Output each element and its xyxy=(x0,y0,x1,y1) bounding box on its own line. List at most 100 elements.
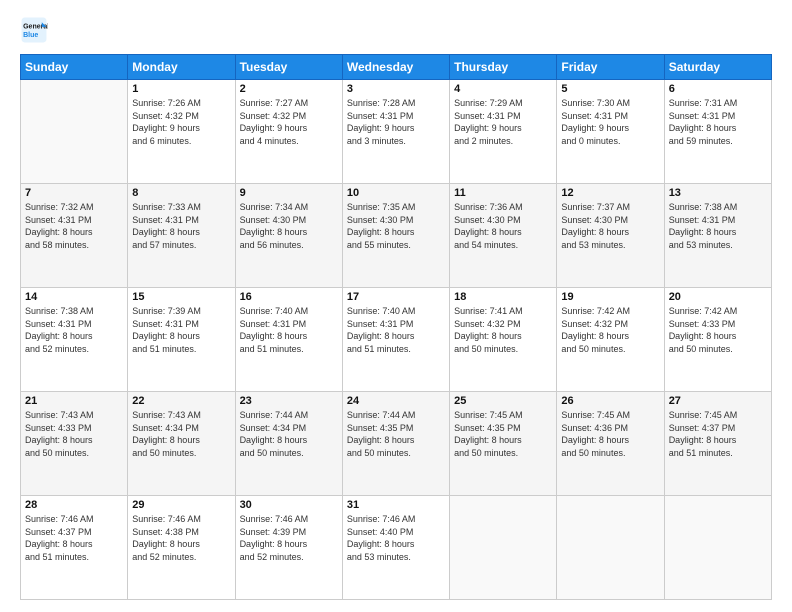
day-info: Sunrise: 7:42 AM Sunset: 4:32 PM Dayligh… xyxy=(561,305,659,355)
day-info: Sunrise: 7:42 AM Sunset: 4:33 PM Dayligh… xyxy=(669,305,767,355)
day-info: Sunrise: 7:46 AM Sunset: 4:38 PM Dayligh… xyxy=(132,513,230,563)
day-number: 15 xyxy=(132,291,230,303)
calendar-cell xyxy=(557,496,664,600)
day-number: 26 xyxy=(561,395,659,407)
week-row-5: 28 Sunrise: 7:46 AM Sunset: 4:37 PM Dayli… xyxy=(21,496,772,600)
day-info: Sunrise: 7:37 AM Sunset: 4:30 PM Dayligh… xyxy=(561,201,659,251)
calendar-cell: 25 Sunrise: 7:45 AM Sunset: 4:35 PM Dayli… xyxy=(450,392,557,496)
day-number: 8 xyxy=(132,187,230,199)
day-number: 19 xyxy=(561,291,659,303)
calendar-cell: 7 Sunrise: 7:32 AM Sunset: 4:31 PM Daylig… xyxy=(21,184,128,288)
calendar-cell xyxy=(21,80,128,184)
calendar-cell: 9 Sunrise: 7:34 AM Sunset: 4:30 PM Daylig… xyxy=(235,184,342,288)
day-number: 5 xyxy=(561,83,659,95)
day-number: 7 xyxy=(25,187,123,199)
weekday-monday: Monday xyxy=(128,55,235,80)
day-info: Sunrise: 7:44 AM Sunset: 4:34 PM Dayligh… xyxy=(240,409,338,459)
day-number: 23 xyxy=(240,395,338,407)
calendar-cell: 31Sunrise: 7:46 AM Sunset: 4:40 PM Dayli… xyxy=(342,496,449,600)
day-number: 17 xyxy=(347,291,445,303)
day-number: 28 xyxy=(25,499,123,511)
day-number: 27 xyxy=(669,395,767,407)
day-info: Sunrise: 7:39 AM Sunset: 4:31 PM Dayligh… xyxy=(132,305,230,355)
calendar-cell: 16 Sunrise: 7:40 AM Sunset: 4:31 PM Dayli… xyxy=(235,288,342,392)
calendar-cell: 18 Sunrise: 7:41 AM Sunset: 4:32 PM Dayli… xyxy=(450,288,557,392)
day-info: Sunrise: 7:44 AM Sunset: 4:35 PM Dayligh… xyxy=(347,409,445,459)
calendar-cell xyxy=(664,496,771,600)
day-info: Sunrise: 7:45 AM Sunset: 4:35 PM Dayligh… xyxy=(454,409,552,459)
day-info: Sunrise: 7:36 AM Sunset: 4:30 PM Dayligh… xyxy=(454,201,552,251)
calendar-cell: 27Sunrise: 7:45 AM Sunset: 4:37 PM Dayli… xyxy=(664,392,771,496)
week-row-3: 14 Sunrise: 7:38 AM Sunset: 4:31 PM Dayli… xyxy=(21,288,772,392)
day-info: Sunrise: 7:34 AM Sunset: 4:30 PM Dayligh… xyxy=(240,201,338,251)
calendar-cell: 23 Sunrise: 7:44 AM Sunset: 4:34 PM Dayli… xyxy=(235,392,342,496)
calendar-cell: 5 Sunrise: 7:30 AM Sunset: 4:31 PM Daylig… xyxy=(557,80,664,184)
day-info: Sunrise: 7:28 AM Sunset: 4:31 PM Dayligh… xyxy=(347,97,445,147)
day-info: Sunrise: 7:29 AM Sunset: 4:31 PM Dayligh… xyxy=(454,97,552,147)
week-row-2: 7 Sunrise: 7:32 AM Sunset: 4:31 PM Daylig… xyxy=(21,184,772,288)
day-info: Sunrise: 7:27 AM Sunset: 4:32 PM Dayligh… xyxy=(240,97,338,147)
calendar-cell: 10 Sunrise: 7:35 AM Sunset: 4:30 PM Dayli… xyxy=(342,184,449,288)
calendar-cell: 19 Sunrise: 7:42 AM Sunset: 4:32 PM Dayli… xyxy=(557,288,664,392)
weekday-thursday: Thursday xyxy=(450,55,557,80)
day-number: 14 xyxy=(25,291,123,303)
calendar-cell: 8 Sunrise: 7:33 AM Sunset: 4:31 PM Daylig… xyxy=(128,184,235,288)
calendar-cell: 1 Sunrise: 7:26 AM Sunset: 4:32 PM Daylig… xyxy=(128,80,235,184)
weekday-sunday: Sunday xyxy=(21,55,128,80)
day-info: Sunrise: 7:46 AM Sunset: 4:37 PM Dayligh… xyxy=(25,513,123,563)
calendar-cell: 6 Sunrise: 7:31 AM Sunset: 4:31 PM Daylig… xyxy=(664,80,771,184)
calendar-cell: 13 Sunrise: 7:38 AM Sunset: 4:31 PM Dayli… xyxy=(664,184,771,288)
day-info: Sunrise: 7:38 AM Sunset: 4:31 PM Dayligh… xyxy=(669,201,767,251)
day-info: Sunrise: 7:35 AM Sunset: 4:30 PM Dayligh… xyxy=(347,201,445,251)
day-number: 22 xyxy=(132,395,230,407)
day-number: 25 xyxy=(454,395,552,407)
day-number: 6 xyxy=(669,83,767,95)
day-number: 21 xyxy=(25,395,123,407)
weekday-wednesday: Wednesday xyxy=(342,55,449,80)
svg-text:General: General xyxy=(23,23,48,30)
calendar-cell: 4Sunrise: 7:29 AM Sunset: 4:31 PM Daylig… xyxy=(450,80,557,184)
day-info: Sunrise: 7:40 AM Sunset: 4:31 PM Dayligh… xyxy=(240,305,338,355)
svg-text:Blue: Blue xyxy=(23,32,38,39)
day-info: Sunrise: 7:33 AM Sunset: 4:31 PM Dayligh… xyxy=(132,201,230,251)
week-row-1: 1 Sunrise: 7:26 AM Sunset: 4:32 PM Daylig… xyxy=(21,80,772,184)
calendar-cell: 11Sunrise: 7:36 AM Sunset: 4:30 PM Dayli… xyxy=(450,184,557,288)
day-info: Sunrise: 7:38 AM Sunset: 4:31 PM Dayligh… xyxy=(25,305,123,355)
logo: General Blue xyxy=(20,16,48,44)
day-info: Sunrise: 7:46 AM Sunset: 4:39 PM Dayligh… xyxy=(240,513,338,563)
day-number: 1 xyxy=(132,83,230,95)
calendar-cell: 2 Sunrise: 7:27 AM Sunset: 4:32 PM Daylig… xyxy=(235,80,342,184)
day-number: 20 xyxy=(669,291,767,303)
day-number: 12 xyxy=(561,187,659,199)
calendar-cell: 20 Sunrise: 7:42 AM Sunset: 4:33 PM Dayli… xyxy=(664,288,771,392)
day-number: 16 xyxy=(240,291,338,303)
calendar-cell: 21 Sunrise: 7:43 AM Sunset: 4:33 PM Dayli… xyxy=(21,392,128,496)
weekday-tuesday: Tuesday xyxy=(235,55,342,80)
day-number: 31 xyxy=(347,499,445,511)
calendar-cell: 17Sunrise: 7:40 AM Sunset: 4:31 PM Dayli… xyxy=(342,288,449,392)
weekday-saturday: Saturday xyxy=(664,55,771,80)
day-info: Sunrise: 7:43 AM Sunset: 4:33 PM Dayligh… xyxy=(25,409,123,459)
day-number: 2 xyxy=(240,83,338,95)
calendar-cell: 30Sunrise: 7:46 AM Sunset: 4:39 PM Dayli… xyxy=(235,496,342,600)
calendar-cell: 28 Sunrise: 7:46 AM Sunset: 4:37 PM Dayli… xyxy=(21,496,128,600)
week-row-4: 21 Sunrise: 7:43 AM Sunset: 4:33 PM Dayli… xyxy=(21,392,772,496)
day-info: Sunrise: 7:41 AM Sunset: 4:32 PM Dayligh… xyxy=(454,305,552,355)
day-info: Sunrise: 7:43 AM Sunset: 4:34 PM Dayligh… xyxy=(132,409,230,459)
day-info: Sunrise: 7:30 AM Sunset: 4:31 PM Dayligh… xyxy=(561,97,659,147)
day-info: Sunrise: 7:26 AM Sunset: 4:32 PM Dayligh… xyxy=(132,97,230,147)
day-number: 9 xyxy=(240,187,338,199)
day-number: 13 xyxy=(669,187,767,199)
logo-icon: General Blue xyxy=(20,16,48,44)
day-number: 18 xyxy=(454,291,552,303)
day-number: 10 xyxy=(347,187,445,199)
calendar-cell: 15 Sunrise: 7:39 AM Sunset: 4:31 PM Dayli… xyxy=(128,288,235,392)
calendar-cell: 3 Sunrise: 7:28 AM Sunset: 4:31 PM Daylig… xyxy=(342,80,449,184)
day-info: Sunrise: 7:31 AM Sunset: 4:31 PM Dayligh… xyxy=(669,97,767,147)
day-number: 29 xyxy=(132,499,230,511)
header: General Blue xyxy=(20,16,772,44)
calendar-cell: 24Sunrise: 7:44 AM Sunset: 4:35 PM Dayli… xyxy=(342,392,449,496)
calendar: SundayMondayTuesdayWednesdayThursdayFrid… xyxy=(20,54,772,600)
day-number: 3 xyxy=(347,83,445,95)
day-info: Sunrise: 7:32 AM Sunset: 4:31 PM Dayligh… xyxy=(25,201,123,251)
